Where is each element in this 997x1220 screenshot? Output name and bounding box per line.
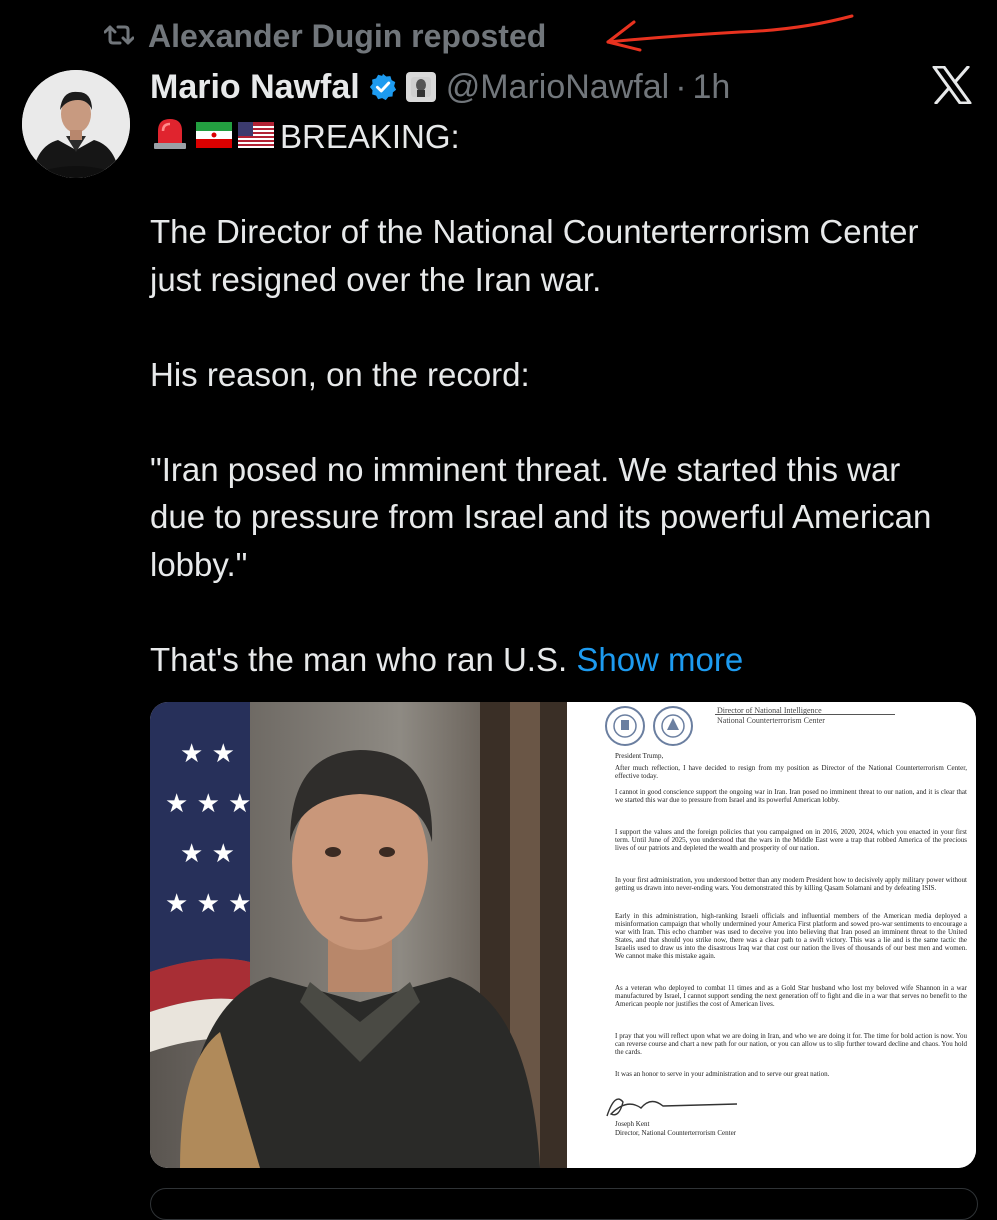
letter-paragraph: I cannot in good conscience support the … (615, 788, 967, 804)
letterhead-rule (715, 714, 895, 715)
show-more-link[interactable]: Show more (576, 641, 743, 678)
author-handle[interactable]: @MarioNawfal (446, 68, 669, 107)
tweet-quote: "Iran posed no imminent threat. We start… (150, 450, 932, 583)
avatar[interactable] (22, 70, 130, 178)
annotation-arrow (606, 14, 854, 52)
repost-icon (103, 18, 135, 55)
svg-text:★ ★: ★ ★ (180, 839, 235, 869)
quoted-card-edge (150, 1188, 978, 1220)
affiliate-badge-icon[interactable] (405, 72, 436, 102)
letter-paragraph: In your first administration, you unders… (615, 876, 967, 892)
timestamp[interactable]: 1h (693, 68, 731, 107)
letter-paragraph: As a veteran who deployed to combat 11 t… (615, 984, 967, 1008)
repost-label: Alexander Dugin reposted (148, 17, 547, 54)
letterhead-line: National Counterterrorism Center (717, 716, 825, 725)
letter-paragraph: After much reflection, I have decided to… (615, 764, 967, 780)
separator-dot: · (675, 67, 687, 106)
tweet-paragraph: The Director of the National Counterterr… (150, 213, 919, 298)
dni-seal-icon (603, 704, 647, 753)
repost-indicator[interactable]: Alexander Dugin reposted (103, 14, 547, 58)
svg-text:★ ★: ★ ★ (180, 739, 235, 769)
x-logo-icon[interactable] (931, 65, 973, 109)
letter-paragraph: Early in this administration, high-ranki… (615, 912, 967, 960)
tweet-paragraph-text: That's the man who ran U.S. (150, 640, 568, 678)
resignation-letter-image[interactable]: Director of National Intelligence Nation… (567, 702, 976, 1168)
tweet-body: The Director of the National Counterterr… (150, 208, 950, 683)
signer-title: Director, National Counterterrorism Cent… (615, 1129, 737, 1137)
us-flag-icon (238, 118, 274, 156)
svg-text:★ ★ ★: ★ ★ ★ (165, 789, 251, 819)
letter-paragraph: It was an honor to serve in your adminis… (615, 1070, 830, 1078)
tweet-header: Mario Nawfal @MarioNawfal · 1h (150, 64, 730, 110)
breaking-line: BREAKING: (150, 114, 460, 160)
letter-salutation: President Trump, (615, 752, 664, 760)
media-grid[interactable]: ★ ★ ★ ★ ★ ★ ★ ★ ★ ★ Director of National… (150, 702, 976, 1168)
nctc-seal-icon (651, 704, 695, 753)
verified-badge-icon[interactable] (368, 72, 398, 102)
tweet-paragraph: His reason, on the record: (150, 355, 530, 393)
letter-paragraph: I pray that you will reflect upon what w… (615, 1032, 967, 1056)
iran-flag-icon (196, 118, 232, 156)
signer-name: Joseph Kent (615, 1120, 650, 1128)
svg-text:★ ★ ★: ★ ★ ★ (165, 889, 251, 919)
portrait-photo[interactable]: ★ ★ ★ ★ ★ ★ ★ ★ ★ ★ (150, 702, 567, 1168)
siren-icon (150, 115, 190, 159)
breaking-label: BREAKING: (280, 118, 460, 155)
letter-paragraph: I support the values and the foreign pol… (615, 828, 967, 852)
author-name[interactable]: Mario Nawfal (150, 68, 360, 107)
tweet-paragraph: That's the man who ran U.S. Show more (150, 636, 950, 684)
